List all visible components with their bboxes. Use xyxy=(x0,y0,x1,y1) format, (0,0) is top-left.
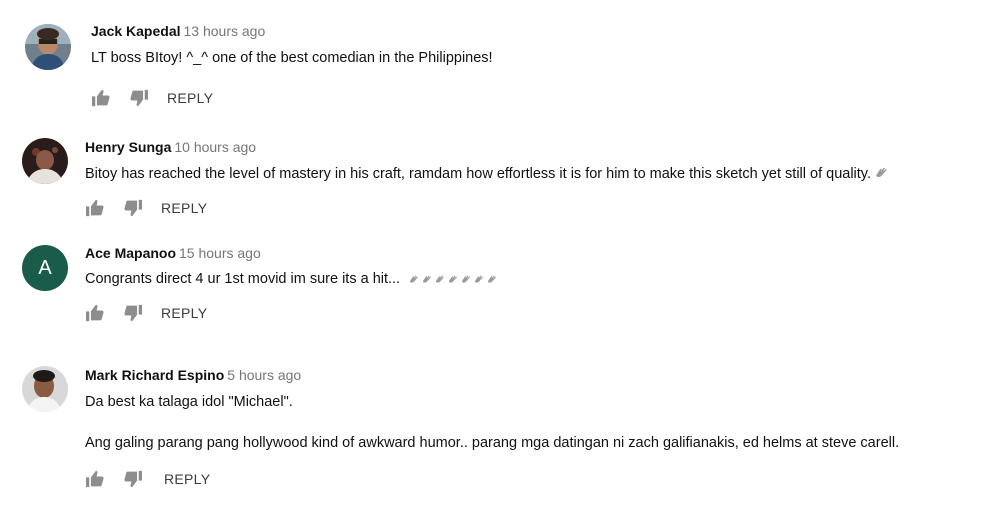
reply-button[interactable]: REPLY xyxy=(161,305,207,321)
reply-button[interactable]: REPLY xyxy=(164,471,210,487)
timestamp[interactable]: 15 hours ago xyxy=(179,245,261,261)
author-name[interactable]: Ace Mapanoo xyxy=(85,245,176,261)
comment-text: Bitoy has reached the level of mastery i… xyxy=(85,164,888,184)
emoji-row xyxy=(406,269,497,289)
comment-actions: REPLY xyxy=(85,198,888,218)
comment-actions: REPLY xyxy=(91,88,493,108)
avatar[interactable]: A xyxy=(22,245,68,291)
clap-emoji-icon xyxy=(474,275,484,284)
thumbs-up-icon[interactable] xyxy=(85,470,105,488)
author-name[interactable]: Jack Kapedal xyxy=(91,23,181,39)
avatar[interactable] xyxy=(25,24,71,70)
comment-header: Henry Sunga 10 hours ago xyxy=(85,138,888,156)
comment-header: Jack Kapedal 13 hours ago xyxy=(91,22,493,40)
comment-body: Henry Sunga 10 hours ago Bitoy has reache… xyxy=(85,138,888,218)
reply-button[interactable]: REPLY xyxy=(161,200,207,216)
avatar-letter: A xyxy=(38,256,52,279)
comment-text: LT boss BItoy! ^_^ one of the best comed… xyxy=(91,50,493,66)
thumbs-up-icon[interactable] xyxy=(91,89,111,107)
comment-body: Jack Kapedal 13 hours ago LT boss BItoy! … xyxy=(91,22,493,108)
comment-header: Mark Richard Espino 5 hours ago xyxy=(85,366,899,384)
clap-emoji-icon xyxy=(422,275,432,284)
thumbs-down-icon[interactable] xyxy=(123,199,143,217)
clap-emoji-icon xyxy=(435,275,445,284)
thumbs-up-icon[interactable] xyxy=(85,199,105,217)
thumbs-up-icon[interactable] xyxy=(85,304,105,322)
author-name[interactable]: Mark Richard Espino xyxy=(85,367,224,383)
reply-button[interactable]: REPLY xyxy=(167,90,213,106)
thumbs-down-icon[interactable] xyxy=(129,89,149,107)
clap-emoji-icon xyxy=(875,167,888,179)
thumbs-down-icon[interactable] xyxy=(123,470,143,488)
comment-text: Congrants direct 4 ur 1st movid im sure … xyxy=(85,269,497,289)
timestamp[interactable]: 13 hours ago xyxy=(184,23,266,39)
clap-emoji-icon xyxy=(487,275,497,284)
clap-emoji-icon xyxy=(448,275,458,284)
author-name[interactable]: Henry Sunga xyxy=(85,139,171,155)
user-photo-icon xyxy=(22,138,68,184)
timestamp[interactable]: 5 hours ago xyxy=(227,367,301,383)
clap-emoji-icon xyxy=(409,275,419,284)
avatar[interactable] xyxy=(22,138,68,184)
comment-text-paragraph: Ang galing parang pang hollywood kind of… xyxy=(85,435,900,451)
comment-body: Mark Richard Espino 5 hours ago Da best k… xyxy=(85,366,899,489)
timestamp[interactable]: 10 hours ago xyxy=(174,139,256,155)
user-photo-icon xyxy=(25,24,71,70)
clap-emoji-icon xyxy=(461,275,471,284)
avatar[interactable] xyxy=(22,366,68,412)
comment-header: Ace Mapanoo 15 hours ago xyxy=(85,244,497,262)
user-photo-icon xyxy=(22,366,68,412)
comment-actions: REPLY xyxy=(85,303,497,323)
comment-text: Da best ka talaga idol "Michael". xyxy=(85,394,293,410)
thumbs-down-icon[interactable] xyxy=(123,304,143,322)
comment-body: Ace Mapanoo 15 hours ago Congrants direct… xyxy=(85,244,497,323)
comment-actions: REPLY xyxy=(85,469,899,489)
